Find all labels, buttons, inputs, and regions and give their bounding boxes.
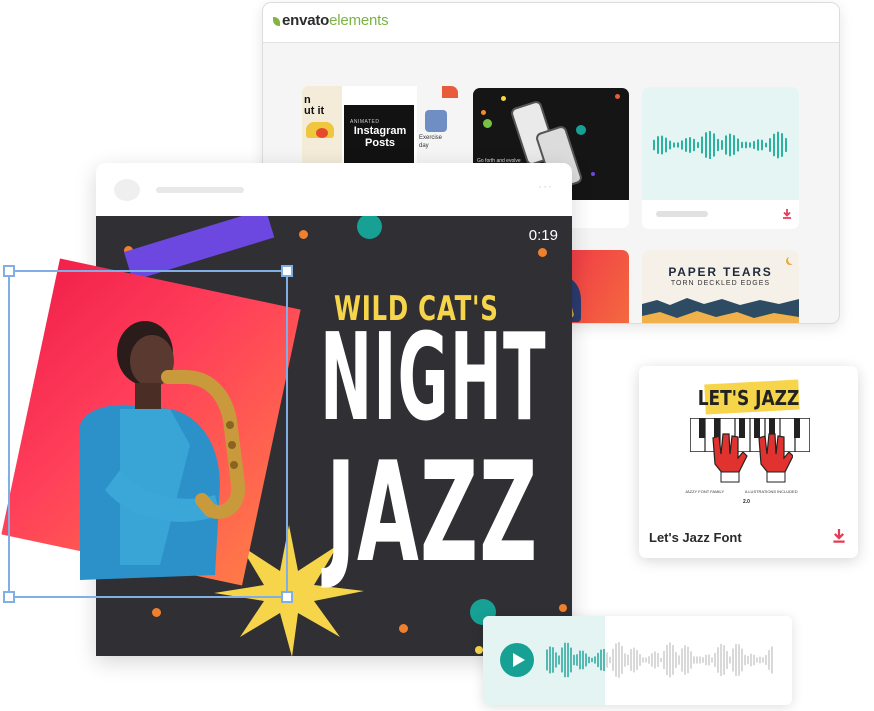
tile-side-text: day bbox=[419, 143, 429, 149]
resize-handle-top-right[interactable] bbox=[281, 265, 293, 277]
asset-tile-paper-tears[interactable]: PAPER TEARS TORN DECKLED EDGES bbox=[642, 250, 799, 323]
envato-leaf-icon bbox=[273, 17, 280, 26]
tile-title: Instagram Posts bbox=[353, 125, 407, 149]
audio-waveform[interactable] bbox=[545, 642, 777, 678]
video-timer: 0:19 bbox=[528, 227, 558, 244]
waveform-preview bbox=[653, 131, 787, 159]
font-preview-title: LET'S JAZZ bbox=[697, 386, 800, 410]
resize-handle-bottom-left[interactable] bbox=[3, 591, 15, 603]
play-icon bbox=[513, 653, 525, 667]
lets-jazz-preview: LET'S JAZZ JAZZY FONT FAMILY ILLUSTRATIO… bbox=[639, 366, 858, 512]
editor-header: ··· bbox=[96, 163, 572, 217]
font-card[interactable]: LET'S JAZZ JAZZY FONT FAMILY ILLUSTRATIO… bbox=[639, 366, 858, 558]
avatar bbox=[114, 179, 140, 201]
font-card-title: Let's Jazz Font bbox=[649, 530, 742, 545]
play-button[interactable] bbox=[500, 643, 534, 677]
resize-handle-bottom-right[interactable] bbox=[281, 591, 293, 603]
download-icon[interactable] bbox=[832, 529, 846, 543]
tile-side-text: Exercise bbox=[419, 135, 443, 141]
paper-tears-art bbox=[642, 298, 799, 323]
title-placeholder bbox=[156, 187, 244, 193]
more-icon[interactable]: ··· bbox=[538, 179, 553, 193]
resize-handle-top-left[interactable] bbox=[3, 265, 15, 277]
font-preview-line: ILLUSTRATIONS INCLUDED bbox=[745, 489, 798, 494]
paper-tears-subtitle: TORN DECKLED EDGES bbox=[670, 280, 771, 287]
audio-player[interactable] bbox=[483, 616, 792, 705]
browser-header: envatoelements bbox=[263, 3, 839, 43]
font-preview-tag: 2.0 bbox=[743, 499, 750, 505]
selection-frame[interactable] bbox=[3, 265, 293, 603]
download-icon[interactable] bbox=[782, 209, 792, 219]
poster-headline-night: NIGHT bbox=[320, 309, 547, 448]
red-gloves-illustration bbox=[712, 433, 793, 483]
font-preview-line: JAZZY FONT FAMILY bbox=[685, 489, 725, 494]
envato-elements-logo[interactable]: envatoelements bbox=[273, 12, 389, 29]
asset-tile-audio[interactable] bbox=[642, 87, 799, 229]
paper-tears-title: PAPER TEARS bbox=[668, 265, 773, 279]
tile-text-line: ut it bbox=[304, 105, 325, 117]
poster-headline-jazz: JAZZ bbox=[326, 432, 539, 593]
